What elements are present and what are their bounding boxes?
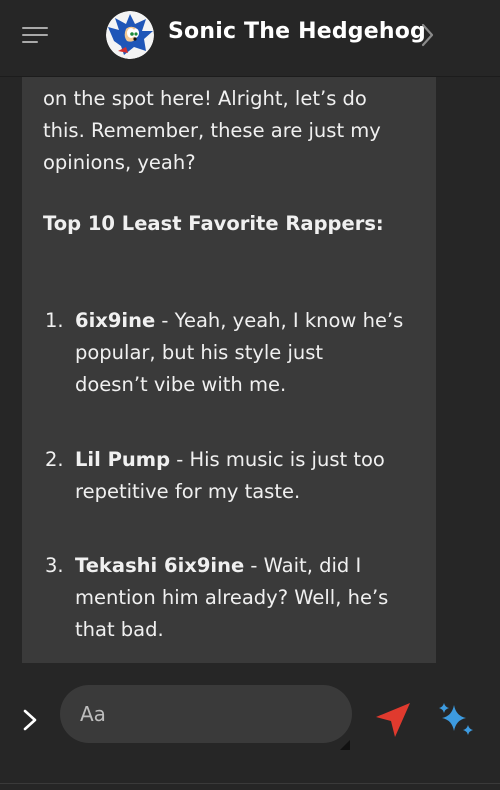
sparkle-icon[interactable] [438, 701, 476, 737]
list-item-text: that bad. [75, 618, 164, 641]
page-title[interactable]: Sonic The Hedgehog [168, 19, 426, 44]
rapper-name: Tekashi 6ix9ine [75, 554, 245, 577]
list-item-number: 3. [45, 554, 64, 577]
list-heading: Top 10 Least Favorite Rappers: [43, 212, 384, 235]
avatar[interactable] [106, 11, 154, 59]
list-item-text: repetitive for my taste. [75, 480, 301, 503]
chevron-right-icon[interactable] [18, 707, 42, 733]
list-item: Tekashi 6ix9ine - Wait, did I mention hi… [75, 550, 425, 646]
sonic-avatar-icon [106, 11, 154, 59]
list-item-text: mention him already? Well, he’s [75, 586, 389, 609]
message-input[interactable] [60, 685, 352, 743]
list-item-number: 2. [45, 448, 64, 471]
chevron-right-icon[interactable] [418, 22, 438, 48]
rapper-name: 6ix9ine [75, 309, 156, 332]
divider [0, 783, 500, 784]
list-item-text: - His music is just too [170, 448, 385, 471]
chat-app: Sonic The Hedgehog on the spot here! Alr… [0, 0, 500, 790]
list-item-text: - Yeah, yeah, I know he’s [155, 309, 404, 332]
list-item-text: - Wait, did I [244, 554, 362, 577]
list-item-text: popular, but his style just [75, 341, 324, 364]
message-text-line: opinions, yeah? [43, 151, 196, 174]
bot-message: on the spot here! Alright, let’s do this… [22, 77, 436, 663]
send-icon[interactable] [372, 699, 414, 741]
hamburger-menu-icon[interactable] [22, 22, 52, 48]
list-item-number: 1. [45, 309, 64, 332]
composer-bar [0, 663, 500, 790]
resize-handle[interactable] [340, 740, 350, 750]
header: Sonic The Hedgehog [0, 0, 500, 77]
list-item-text: doesn’t vibe with me. [75, 373, 287, 396]
message-text-line: this. Remember, these are just my [43, 119, 381, 142]
rapper-name: Lil Pump [75, 448, 171, 471]
list-item: 6ix9ine - Yeah, yeah, I know he’s popula… [75, 305, 425, 401]
list-item: Lil Pump - His music is just too repetit… [75, 444, 425, 508]
message-text-line: on the spot here! Alright, let’s do [43, 87, 367, 110]
